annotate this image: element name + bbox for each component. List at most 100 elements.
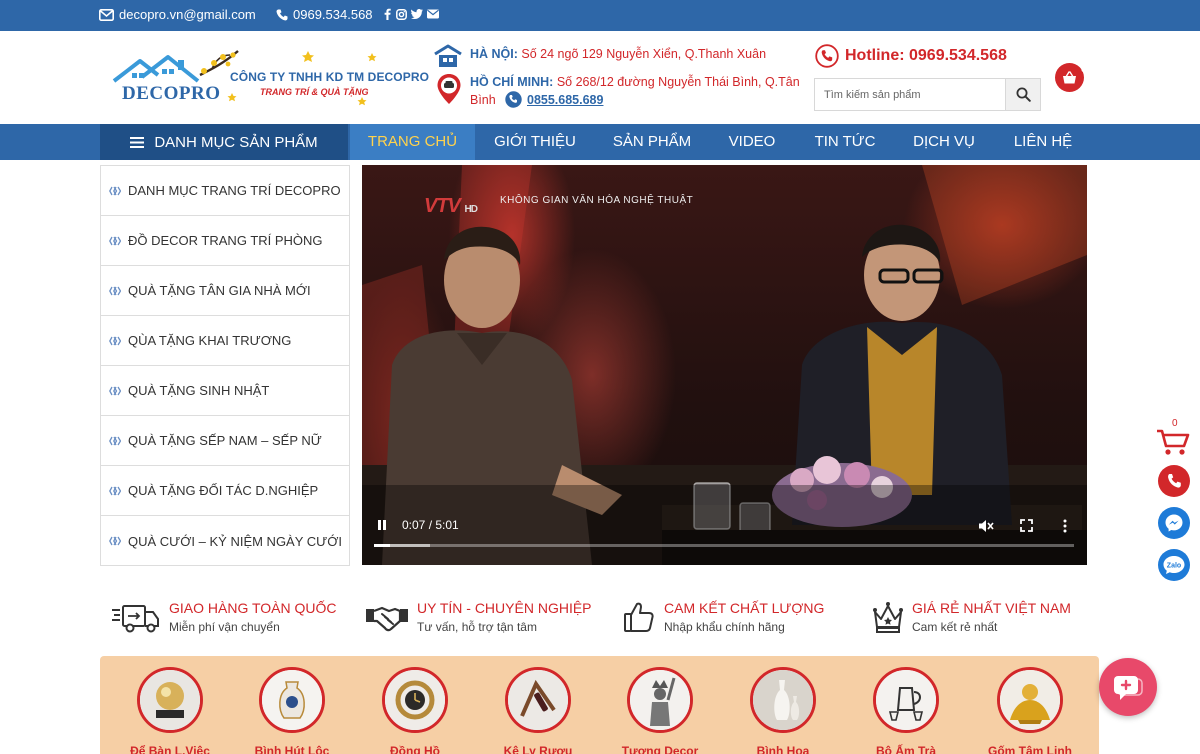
clock-icon (385, 670, 445, 730)
thumbs-up-icon (624, 602, 654, 632)
crystal-ball-desk-icon (140, 670, 200, 730)
category-item[interactable]: Kệ Ly Rượu (478, 667, 598, 754)
mute-icon[interactable] (978, 519, 994, 533)
nav-contact[interactable]: LIÊN HỆ (1000, 124, 1086, 160)
tea-set-icon (876, 670, 936, 730)
hotline[interactable]: Hotline: 0969.534.568 (815, 44, 1007, 68)
zalo-icon: Zalo (1163, 556, 1185, 574)
phone-circle-icon (505, 91, 522, 108)
brand-name: DECOPRO (122, 83, 221, 104)
floating-call-button[interactable] (1158, 465, 1190, 497)
feature-subtitle: Tư vấn, hỗ trợ tận tâm (417, 620, 537, 634)
svg-text:Zalo: Zalo (1167, 563, 1181, 570)
facebook-icon[interactable] (383, 8, 392, 20)
company-tagline: TRANG TRÍ & QUÀ TẶNG (260, 87, 369, 97)
floating-messenger-button[interactable] (1158, 507, 1190, 539)
delivery-truck-icon (112, 605, 159, 633)
cart-basket-icon (1063, 70, 1076, 83)
sidebar-item[interactable]: QÙA TẶNG KHAI TRƯƠNG (101, 316, 349, 366)
handshake-icon (366, 606, 408, 632)
header-cart-button[interactable]: 0 (1055, 63, 1086, 92)
category-item[interactable]: Bình Hoa (723, 667, 843, 754)
category-image (259, 667, 325, 733)
channel-logo-sub: HD (464, 204, 477, 215)
search-input[interactable] (815, 79, 1005, 110)
hcm-address-text: Số 268/12 đường Nguyễn Thái Bình, Q.Tân (556, 75, 800, 89)
category-item[interactable]: Bộ Ấm Trà (846, 667, 966, 754)
category-item[interactable]: Tượng Decor (600, 667, 720, 754)
hcm-phone-link[interactable]: 0855.685.689 (505, 91, 603, 108)
sidebar-item[interactable]: QUÀ TẶNG ĐỐI TÁC D.NGHIỆP (101, 466, 349, 516)
category-label: Tượng Decor (621, 744, 699, 754)
sidebar-item-label: QUÀ TẶNG SẾP NAM – SẾP NỮ (128, 433, 322, 448)
category-label: Bình Hoa (756, 744, 810, 754)
topbar-phone-text: 0969.534.568 (293, 7, 373, 22)
feature-title: GIÁ RẺ NHẤT VIỆT NAM (912, 600, 1071, 616)
site-logo[interactable]: CÔNG TY TNHH KD TM DECOPRO TRANG TRÍ & Q… (112, 47, 429, 109)
feature-reputation: UY TÍN - CHUYÊN NGHIỆP Tư vấn, hỗ trợ tậ… (365, 600, 592, 634)
feature-subtitle: Cam kết rẻ nhất (912, 620, 998, 634)
hotline-text: Hotline: 0969.534.568 (845, 47, 1007, 64)
sidebar-item[interactable]: ĐỒ DECOR TRANG TRÍ PHÒNG (101, 216, 349, 266)
feature-title: CAM KẾT CHẤT LƯỢNG (664, 600, 825, 616)
nav-about[interactable]: GIỚI THIỆU (480, 124, 590, 160)
building-icon (434, 44, 462, 67)
hanoi-address: HÀ NỘI: Số 24 ngõ 129 Nguyễn Xiển, Q.Tha… (470, 47, 766, 61)
diamond-bullet-icon (109, 336, 121, 345)
feature-quality: CAM KẾT CHẤT LƯỢNG Nhập khẩu chính hãng (622, 600, 824, 634)
video-progress-bar[interactable] (374, 544, 1074, 547)
hcm-address: HỒ CHÍ MINH: Số 268/12 đường Nguyễn Thái… (470, 75, 800, 89)
feature-title: UY TÍN - CHUYÊN NGHIỆP (417, 600, 592, 616)
sidebar-item[interactable]: QUÀ TẶNG SẾP NAM – SẾP NỮ (101, 416, 349, 466)
sidebar-item[interactable]: QUÀ TẶNG SINH NHẬT (101, 366, 349, 416)
category-item[interactable]: Đồng Hồ (355, 667, 475, 754)
more-options-icon[interactable] (1062, 519, 1068, 533)
hcm-phone-text: 0855.685.689 (527, 92, 604, 107)
category-label: Kệ Ly Rượu (503, 744, 573, 754)
category-image (382, 667, 448, 733)
nav-products[interactable]: SẢN PHẨM (598, 124, 706, 160)
nav-news[interactable]: TIN TỨC (800, 124, 890, 160)
header-cart-count: 0 (1080, 64, 1086, 74)
category-menu-toggle[interactable]: DANH MỤC SẢN PHẨM (100, 124, 348, 160)
feature-subtitle: Miễn phí vận chuyển (169, 620, 280, 634)
mail-icon[interactable] (427, 9, 439, 19)
sidebar-item[interactable]: QUÀ CƯỚI – KỶ NIỆM NGÀY CƯỚI (101, 516, 349, 566)
category-item[interactable]: Để Bàn L.Việc (110, 667, 230, 754)
hcm-label: HỒ CHÍ MINH: (470, 75, 554, 89)
video-controls: 0:07 / 5:01 (374, 515, 1074, 537)
floating-zalo-button[interactable]: Zalo (1158, 549, 1190, 581)
category-label: Gốm Tâm Linh (988, 744, 1072, 754)
crown-icon (873, 602, 903, 633)
floating-chat-button[interactable] (1099, 658, 1157, 716)
diamond-bullet-icon (109, 186, 121, 195)
pause-icon[interactable] (376, 519, 388, 531)
floating-cart-button[interactable]: 0 (1156, 418, 1192, 458)
topbar-phone[interactable]: 0969.534.568 (276, 7, 373, 22)
video-player[interactable]: VTV HD KHÔNG GIAN VĂN HÓA NGHỆ THUẬT 0:0… (362, 165, 1087, 565)
nav-video[interactable]: VIDEO (712, 124, 792, 160)
sidebar-item[interactable]: QUÀ TẶNG TÂN GIA NHÀ MỚI (101, 266, 349, 316)
diamond-bullet-icon (109, 286, 121, 295)
sidebar-item-label: ĐỒ DECOR TRANG TRÍ PHÒNG (128, 233, 323, 248)
category-item[interactable]: Gốm Tâm Linh (970, 667, 1090, 754)
topbar-email[interactable]: decopro.vn@gmail.com (99, 7, 256, 22)
search-button[interactable] (1005, 79, 1040, 110)
feature-subtitle: Nhập khẩu chính hãng (664, 620, 785, 634)
instagram-icon[interactable] (396, 8, 407, 20)
channel-logo: VTV HD (424, 195, 478, 218)
sidebar-item-label: QUÀ TẶNG ĐỐI TÁC D.NGHIỆP (128, 483, 319, 498)
nav-home[interactable]: TRANG CHỦ (350, 124, 475, 160)
nav-services[interactable]: DỊCH VỤ (900, 124, 988, 160)
vase-icon (262, 670, 322, 730)
hotline-phone-icon (815, 44, 839, 68)
category-image (627, 667, 693, 733)
cart-icon (1157, 429, 1190, 455)
fullscreen-icon[interactable] (1020, 519, 1033, 532)
show-title: KHÔNG GIAN VĂN HÓA NGHỆ THUẬT (500, 195, 694, 206)
sidebar-item[interactable]: DANH MỤC TRANG TRÍ DECOPRO (101, 166, 349, 216)
category-item[interactable]: Bình Hút Lộc (232, 667, 352, 754)
twitter-icon[interactable] (411, 9, 423, 19)
diamond-bullet-icon (109, 436, 121, 445)
category-image (137, 667, 203, 733)
